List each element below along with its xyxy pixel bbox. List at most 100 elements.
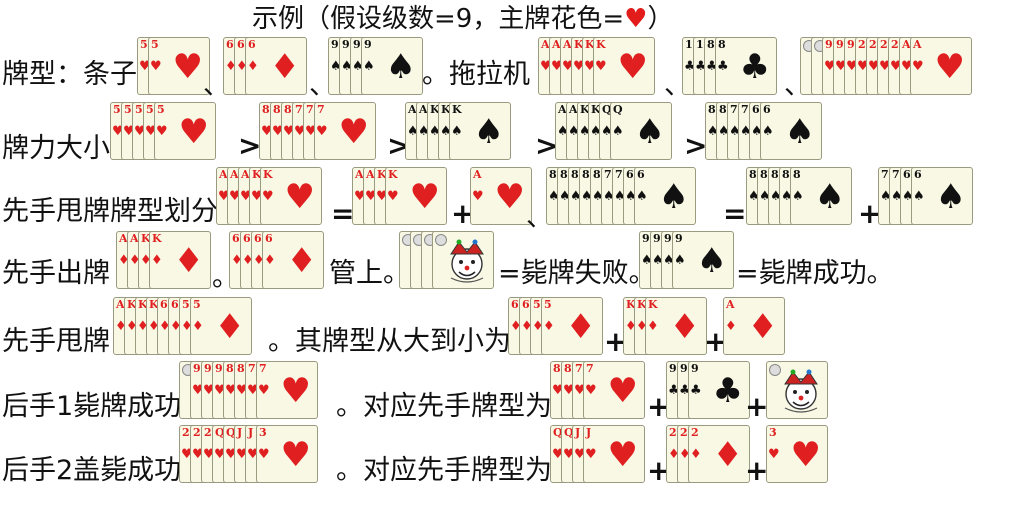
label-tractor: 。拖拉机 [422,59,530,90]
suit-icon: ♥ [607,371,638,411]
card-rank: K [152,232,162,245]
card-rank: 6 [265,232,273,245]
playing-card: K ♥ ♥ [593,37,655,95]
card-suit-pip: ♥ [258,447,270,462]
playing-card: A ♦ ♦ [723,297,785,355]
playing-card: 7 ♥ ♥ [256,361,318,419]
card-rank: K [648,298,658,311]
card-rank: 8 [582,168,590,181]
suit-icon: ♠ [634,112,665,152]
playing-card: 9 ♠ ♠ [672,231,734,289]
playing-card: 8 ♣ ♣ [715,37,777,95]
card-rank: 5 [182,298,190,311]
card-suit-pip: ♠ [762,124,774,139]
card-rank: 5 [533,298,541,311]
hand-split-spades: 8 ♠ 8 ♠ 8 ♠ 8 ♠ 8 ♠ 7 ♠ 7 ♠ 6 ♠ 6 ♠ ♠ [546,167,696,225]
card-rank: 6 [237,38,245,51]
hand-split-hearts-single: A ♥ ♥ [470,167,532,225]
card-suit-pip: ♦ [264,253,276,268]
playing-card: 5 ♦ ♦ [190,297,252,355]
card-rank: 5 [146,103,154,116]
suit-icon: ♦ [747,307,778,347]
card-rank: 7 [306,103,314,116]
suit-icon: ♦ [669,307,700,347]
card-rank: 6 [254,232,262,245]
playing-card: 3 ♥ ♥ [256,425,318,483]
card-rank: 9 [664,232,672,245]
playing-card: 8 ♠ ♠ [790,167,852,225]
card-rank: 8 [707,38,715,51]
card-suit-pip: ♦ [151,253,163,268]
card-rank: 8 [553,362,561,375]
card-suit-pip: ♥ [262,189,274,204]
card-rank: 6 [511,298,519,311]
label-throw-desc: 。其牌型从大到小为 [268,326,511,357]
playing-card: 7 ♥ ♥ [314,102,376,160]
card-rank: 2 [204,426,212,439]
hand-strength-5: 8 ♠ 8 ♠ 7 ♠ 7 ♠ 6 ♠ 6 ♠ ♠ [705,102,822,160]
card-rank: 9 [331,38,339,51]
card-rank: 7 [604,168,612,181]
playing-card [766,361,828,419]
card-rank: 9 [342,38,350,51]
card-rank: 8 [549,168,557,181]
hand-follower-2: 2 ♥ 2 ♥ 2 ♥ Q ♥ Q ♥ J ♥ J ♥ 3 ♥ ♥ [179,425,318,483]
card-rank: K [596,38,606,51]
suit-icon: ♠ [473,112,504,152]
joker-face-icon [784,369,818,413]
suit-icon: ♣ [712,371,743,411]
card-suit-pip: ♥ [150,59,162,74]
suit-icon: ♦ [712,435,743,475]
label-corresponds: 。对应先手牌型为 [336,455,552,486]
hand-split-spades-tractor: 7 ♠ 7 ♠ 6 ♠ 6 ♠ ♠ [878,167,973,225]
card-rank: 9 [215,362,223,375]
suit-icon: ♠ [658,177,689,217]
playing-card: A ♥ ♥ [470,167,532,225]
card-rank: 9 [691,362,699,375]
hand-strength-4: A ♠ A ♠ K ♠ K ♠ Q ♠ Q ♠ ♠ [555,102,672,160]
playing-card: A ♥ ♥ [910,37,972,95]
card-rank: 8 [760,168,768,181]
playing-card: 5 ♥ ♥ [148,37,210,95]
card-rank: 2 [680,426,688,439]
card-suit-pip: ♦ [543,319,555,334]
hand-cover-diamonds: 6 ♦ 6 ♦ 6 ♦ 6 ♦ ♦ [229,231,324,289]
equals-sign: = [331,197,355,230]
hand-strength-2: 8 ♥ 8 ♥ 8 ♥ 7 ♥ 7 ♥ 7 ♥ ♥ [259,102,376,160]
hand-jokers [399,231,494,289]
hand-spades-9: 9 ♠ 9 ♠ 9 ♠ 9 ♠ ♠ [639,231,734,289]
playing-card: K ♦ ♦ [149,231,211,289]
card-rank: 7 [892,168,900,181]
hand-f1-triple: 9 ♣ 9 ♣ 9 ♣ ♣ [666,361,750,419]
card-rank: 7 [317,103,325,116]
hand-f1-joker [766,361,828,419]
suit-icon: ♠ [784,112,815,152]
playing-card: 6 ♠ ♠ [760,102,822,160]
playing-card [432,231,494,289]
playing-card: J ♥ ♥ [583,425,645,483]
card-rank: 7 [248,362,256,375]
card-rank: 6 [763,103,771,116]
suit-icon: ♥ [178,112,209,152]
card-rank: J [248,426,254,439]
card-suit-pip: ♥ [316,124,328,139]
suit-icon: ♠ [935,177,966,217]
label-kill-fail: =毙牌失败。 [498,258,656,289]
card-suit-pip: ♣ [690,383,702,398]
card-rank: 8 [284,103,292,116]
card-rank: 8 [262,103,270,116]
suit-icon: ♠ [814,177,845,217]
suit-icon: ♦ [173,241,204,281]
card-suit-pip: ♣ [717,59,729,74]
suit-icon: ♥ [338,112,369,152]
card-rank: 8 [793,168,801,181]
card-rank: 8 [719,103,727,116]
card-rank: 7 [259,362,267,375]
playing-card: 7 ♥ ♥ [583,361,645,419]
greater-than: > [238,129,262,162]
suit-icon: ♠ [696,241,727,281]
hand-tractor-hearts-ak: A ♥ A ♥ A ♥ K ♥ K ♥ K ♥ ♥ [538,37,655,95]
playing-card: Q ♠ ♠ [610,102,672,160]
card-rank: 9 [653,232,661,245]
card-rank: 8 [273,103,281,116]
